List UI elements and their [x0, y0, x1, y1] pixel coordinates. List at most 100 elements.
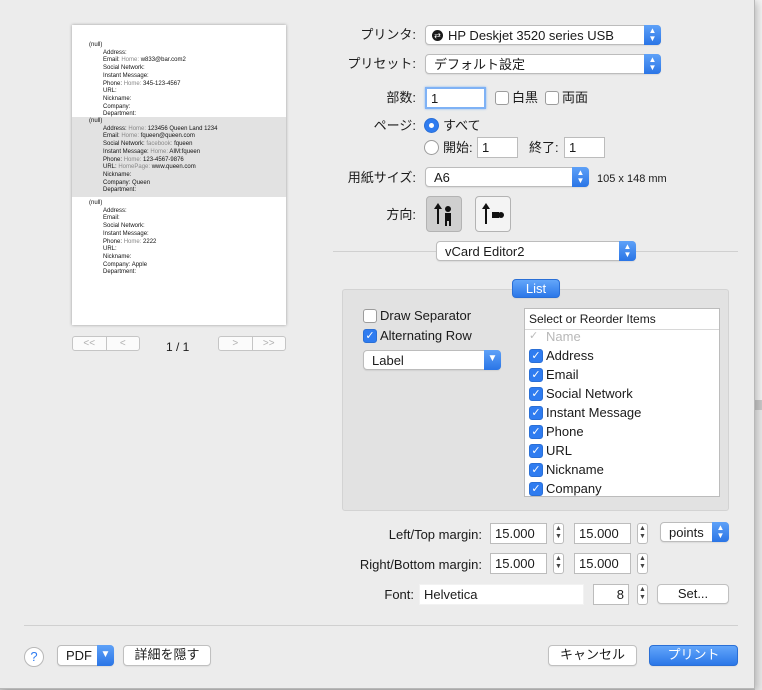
preview-line-label: Email:: [103, 57, 120, 64]
preview-line: Nickname:: [103, 172, 131, 179]
preview-line-value: w833@bar.com2: [140, 57, 186, 64]
preview-line-label: URL:: [103, 246, 117, 253]
item-label: URL: [546, 443, 573, 458]
set-font-button[interactable]: Set...: [657, 584, 729, 604]
top-margin-field[interactable]: 15.000: [574, 523, 631, 544]
paper-size-popup[interactable]: A6 ▲ ▼: [425, 167, 589, 187]
preview-line-value: 345-123-4567: [143, 80, 181, 87]
preview-line: Department:: [103, 269, 136, 276]
preview-line: Instant Message:: [103, 73, 149, 80]
font-size-field[interactable]: 8: [593, 584, 629, 605]
preview-record: (null) Address: Email: Home: w833@bar.com2…: [72, 41, 286, 117]
item-label: Instant Message: [546, 405, 642, 420]
item-label: Phone: [546, 424, 584, 439]
tab-list[interactable]: List: [512, 279, 560, 298]
bottom-margin-stepper[interactable]: ▲ ▼: [637, 553, 648, 574]
preview-line-label: Phone:: [103, 80, 123, 87]
orientation-portrait-button[interactable]: [426, 196, 462, 232]
preview-line: Email: Home: fqueen@queen.com: [103, 133, 195, 140]
preview-line-label: Address:: [103, 125, 127, 132]
next-page-button[interactable]: >: [219, 337, 252, 350]
chevron-updown-icon: ▲ ▼: [644, 54, 661, 74]
preview-line-type: Home:: [121, 133, 140, 140]
item-checkbox[interactable]: ✓: [529, 387, 543, 401]
preview-line-value: 123-4567-9876: [143, 156, 184, 163]
left-margin-field[interactable]: 15.000: [490, 523, 547, 544]
hide-details-button[interactable]: 詳細を隠す: [123, 645, 211, 666]
printer-value: HP Deskjet 3520 series USB: [448, 28, 614, 43]
item-checkbox[interactable]: ✓: [529, 463, 543, 477]
pages-all-radio[interactable]: [424, 118, 439, 133]
preview-line: Instant Message:: [103, 231, 149, 238]
right-margin-field[interactable]: 15.000: [490, 553, 547, 574]
page-indicator: 1 / 1: [166, 340, 190, 354]
bw-checkbox[interactable]: [495, 91, 509, 105]
preview-line: Company: Queen: [103, 180, 150, 187]
font-name-field: Helvetica: [419, 584, 584, 605]
preview-nav-forward-group: > >>: [218, 336, 286, 351]
preview-line: Social Network:: [103, 65, 145, 72]
top-margin-stepper[interactable]: ▲ ▼: [637, 523, 648, 544]
cancel-button[interactable]: キャンセル: [548, 645, 637, 666]
preview-line-type: Home:: [123, 156, 142, 163]
item-checkbox[interactable]: ✓: [529, 444, 543, 458]
item-checkbox[interactable]: ✓: [529, 425, 543, 439]
preview-line-type: Home:: [123, 238, 142, 245]
help-button[interactable]: ?: [24, 647, 44, 667]
print-button[interactable]: プリント: [649, 645, 738, 666]
preview-line-value: www.queen.com: [151, 164, 196, 171]
item-checkbox[interactable]: ✓: [529, 406, 543, 420]
draw-separator-checkbox[interactable]: [363, 309, 377, 323]
preset-label: プリセット:: [347, 56, 416, 71]
chevron-down-icon: ▼: [97, 645, 114, 666]
orientation-landscape-button[interactable]: [475, 196, 511, 232]
preview-line: Address:: [103, 50, 127, 57]
pdf-menu-button[interactable]: PDF ▼: [57, 645, 114, 666]
label-popup[interactable]: Label ▼: [363, 350, 501, 370]
pages-from-field[interactable]: 1: [477, 137, 518, 158]
item-label: Name: [546, 329, 581, 344]
item-checkbox[interactable]: ✓: [529, 368, 543, 382]
last-page-button[interactable]: >>: [251, 337, 286, 350]
plugin-popup[interactable]: vCard Editor2 ▲ ▼: [436, 241, 636, 261]
preview-line: Email: Home: w833@bar.com2: [103, 57, 186, 64]
label-popup-value: Label: [372, 353, 404, 368]
duplex-checkbox[interactable]: [545, 91, 559, 105]
alternating-row-checkbox[interactable]: ✓: [363, 329, 377, 343]
preview-line: Social Network: facebook: fqueen: [103, 141, 192, 148]
item-label: Address: [546, 348, 594, 363]
print-preview-page: (null) Address: Email: Home: w833@bar.com2…: [72, 25, 286, 325]
preview-line-label: Phone:: [103, 156, 123, 163]
alternating-row-label: Alternating Row: [380, 328, 472, 343]
preset-popup[interactable]: デフォルト設定 ▲ ▼: [425, 54, 661, 74]
printer-popup[interactable]: ⇄ HP Deskjet 3520 series USB ▲ ▼: [425, 25, 661, 45]
left-margin-stepper[interactable]: ▲ ▼: [553, 523, 564, 544]
first-page-button[interactable]: <<: [73, 337, 106, 350]
preview-line-type: facebook:: [146, 141, 173, 148]
preview-line-label: URL:: [103, 164, 117, 171]
preview-line: URL:: [103, 246, 117, 253]
previous-page-button[interactable]: <: [105, 337, 140, 350]
preview-line: Company:: [103, 104, 130, 111]
landscape-icon: [482, 203, 504, 224]
item-checkbox[interactable]: ✓: [529, 482, 543, 496]
preview-line-value: fqueen: [174, 141, 193, 148]
right-margin-stepper[interactable]: ▲ ▼: [553, 553, 564, 574]
print-dialog-sheet: (null) Address: Email: Home: w833@bar.com2…: [0, 0, 755, 689]
font-size-stepper[interactable]: ▲ ▼: [637, 584, 648, 605]
item-checkbox[interactable]: ✓: [529, 349, 543, 363]
bottom-separator: [24, 625, 738, 626]
units-popup[interactable]: points ▲ ▼: [660, 522, 729, 542]
items-list[interactable]: Select or Reorder Items ✓ Name ✓ Address ✓ Em…: [524, 308, 720, 497]
preview-line: (null): [89, 42, 102, 49]
pages-all-label: すべて: [443, 118, 481, 133]
preview-line-type: Home:: [121, 57, 140, 64]
preview-line: URL:: [103, 88, 117, 95]
preview-line-value: Queen: [132, 179, 151, 186]
bottom-margin-field[interactable]: 15.000: [574, 553, 631, 574]
preview-line: Department:: [103, 187, 136, 194]
item-checkbox[interactable]: ✓: [529, 330, 543, 344]
copies-field[interactable]: 1: [425, 87, 486, 109]
pages-range-radio[interactable]: [424, 140, 439, 155]
pages-to-field[interactable]: 1: [564, 137, 605, 158]
